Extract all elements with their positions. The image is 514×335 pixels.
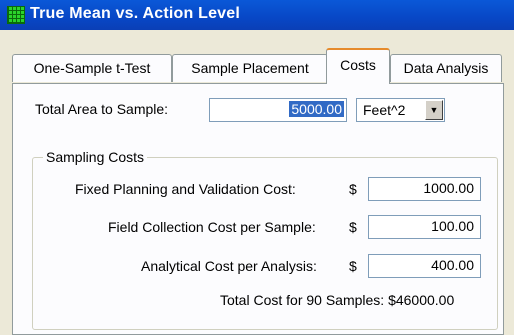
fixed-cost-currency: $ — [349, 181, 357, 197]
tab-sample-placement[interactable]: Sample Placement — [172, 54, 328, 82]
field-collection-cost-field[interactable]: 100.00 — [368, 215, 481, 239]
window-title: True Mean vs. Action Level — [30, 5, 241, 22]
chevron-down-icon[interactable]: ▼ — [425, 100, 443, 120]
total-cost-text: Total Cost for 90 Samples: $46000.00 — [220, 292, 455, 308]
area-unit-select[interactable]: Feet^2 ▼ — [356, 98, 445, 122]
analytical-cost-field[interactable]: 400.00 — [368, 254, 481, 278]
app-window: True Mean vs. Action Level One-Sample t-… — [0, 0, 514, 335]
title-bar[interactable]: True Mean vs. Action Level — [0, 0, 514, 30]
fixed-cost-field[interactable]: 1000.00 — [368, 177, 481, 201]
sampling-costs-group: Sampling Costs Fixed Planning and Valida… — [32, 149, 498, 330]
grid-app-icon — [7, 6, 25, 24]
tab-data-analysis[interactable]: Data Analysis — [390, 54, 502, 82]
tab-one-sample-t-test[interactable]: One-Sample t-Test — [12, 54, 172, 82]
analytical-cost-label: Analytical Cost per Analysis: — [141, 258, 317, 274]
total-area-label: Total Area to Sample: — [35, 101, 169, 117]
fixed-cost-label: Fixed Planning and Validation Cost: — [75, 181, 296, 197]
field-collection-cost-currency: $ — [349, 219, 357, 235]
total-area-field[interactable]: 5000.00 — [209, 98, 347, 122]
analytical-cost-currency: $ — [349, 258, 357, 274]
sampling-costs-title: Sampling Costs — [43, 149, 148, 165]
costs-panel: Total Area to Sample: 5000.00 Feet^2 ▼ S… — [12, 83, 504, 335]
area-unit-value: Feet^2 — [363, 102, 406, 118]
tab-costs[interactable]: Costs — [326, 48, 390, 84]
total-area-value: 5000.00 — [289, 101, 344, 117]
field-collection-cost-label: Field Collection Cost per Sample: — [108, 219, 316, 235]
